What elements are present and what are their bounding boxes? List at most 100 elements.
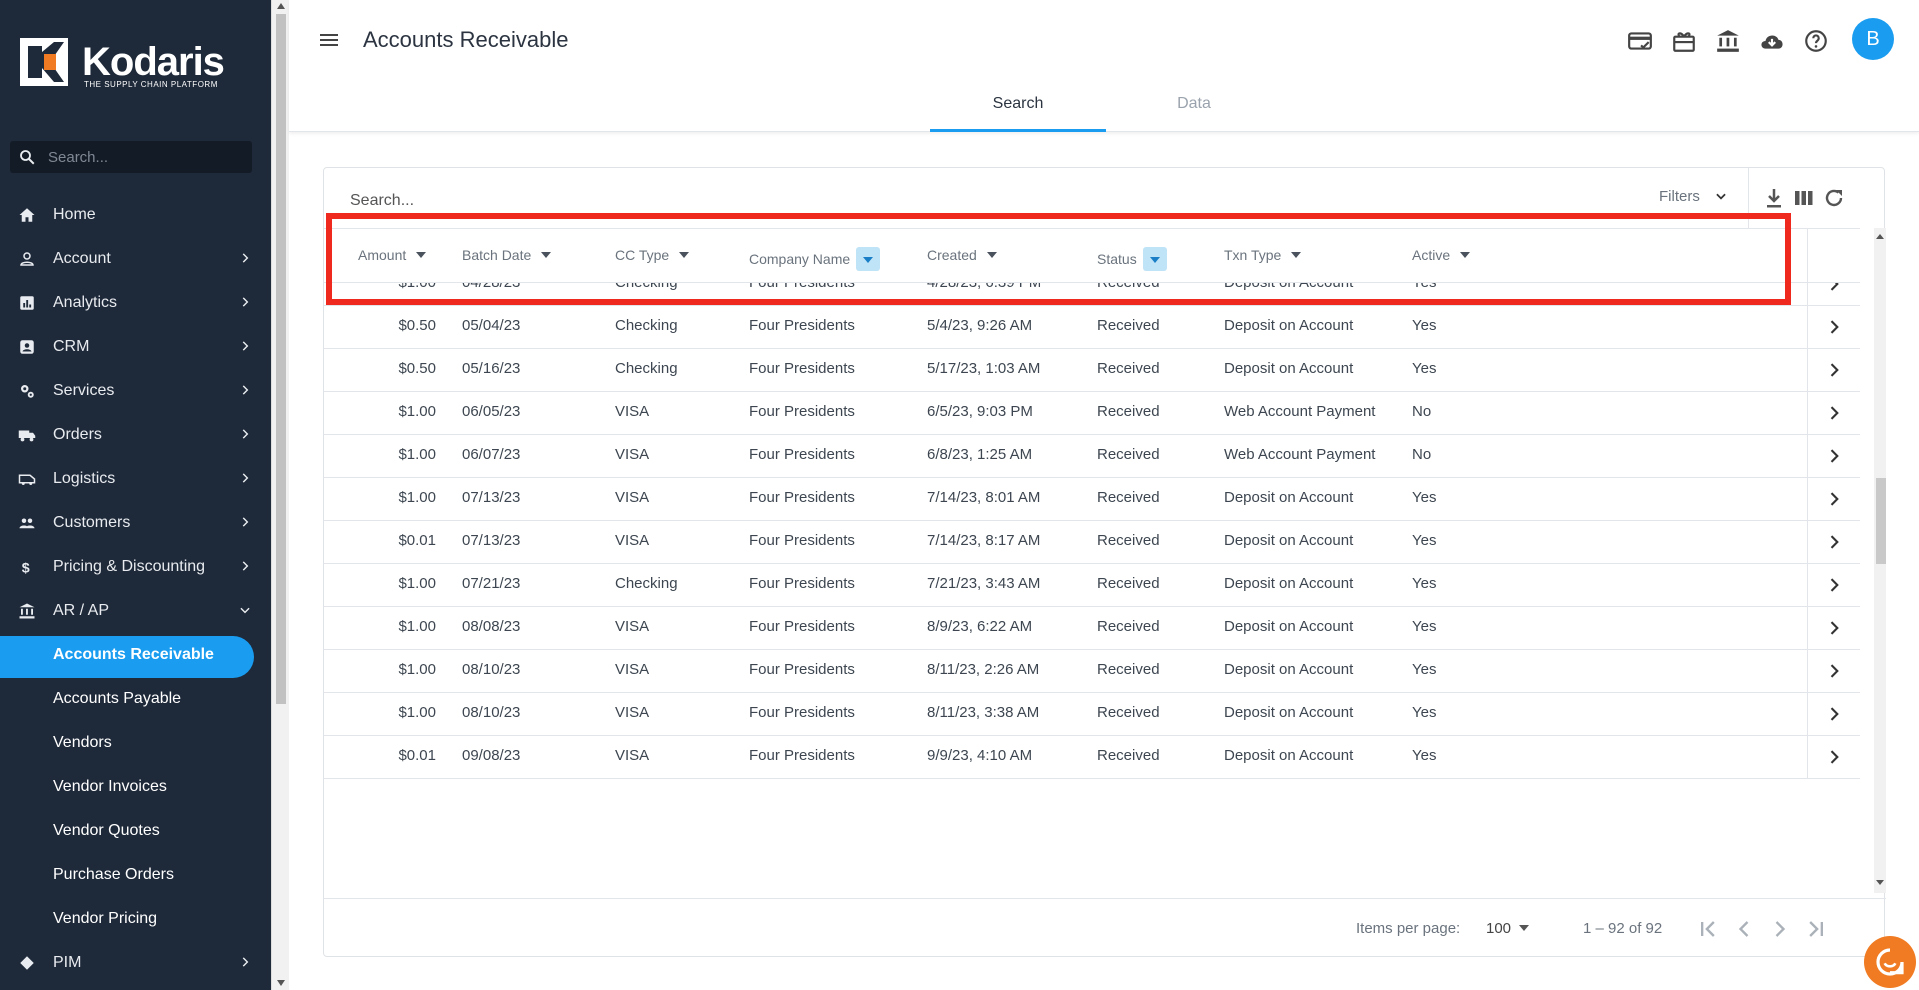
van-icon	[18, 474, 36, 485]
cell-company-name: Four Presidents	[749, 618, 855, 635]
first-page-icon[interactable]	[1694, 915, 1722, 943]
active-filter-icon[interactable]	[1142, 247, 1167, 271]
column-header-created[interactable]: Created	[927, 247, 997, 263]
sidebar-item-customers[interactable]: Customers	[0, 501, 271, 545]
scrollbar-thumb[interactable]	[1876, 478, 1886, 564]
cell-created: 7/14/23, 8:01 AM	[927, 489, 1041, 506]
help-circle-icon[interactable]	[1803, 28, 1829, 54]
previous-page-icon[interactable]	[1730, 915, 1758, 943]
scroll-down-arrow[interactable]	[1876, 880, 1884, 885]
user-avatar[interactable]: B	[1852, 18, 1894, 60]
hamburger-menu-icon[interactable]	[317, 28, 341, 52]
cell-batch-date: 08/10/23	[462, 661, 521, 678]
scroll-up-arrow[interactable]	[277, 3, 285, 9]
sidebar-search-input[interactable]	[48, 147, 244, 167]
refresh-icon[interactable]	[1822, 186, 1846, 210]
column-header-amount[interactable]: Amount	[358, 247, 427, 263]
sidebar-item-services[interactable]: Services	[0, 369, 271, 413]
row-open-chevron-icon[interactable]	[1824, 446, 1844, 466]
sidebar-item-pim[interactable]: PIM	[0, 941, 271, 985]
row-open-chevron-icon[interactable]	[1824, 532, 1844, 552]
sidebar-item-label: Customers	[53, 514, 131, 531]
grid-search-input[interactable]	[350, 190, 650, 212]
column-header-status[interactable]: Status	[1097, 247, 1167, 271]
cell-status: Received	[1097, 489, 1160, 506]
tab-search[interactable]: Search	[930, 82, 1106, 132]
scroll-up-arrow[interactable]	[1876, 234, 1884, 239]
row-open-chevron-icon[interactable]	[1824, 618, 1844, 638]
row-open-chevron-icon[interactable]	[1824, 661, 1844, 681]
sidebar-item-analytics[interactable]: Analytics	[0, 281, 271, 325]
table-row[interactable]: $1.00 04/28/23 Checking Four Presidents 4/28…	[324, 283, 1860, 306]
column-header-active[interactable]: Active	[1412, 247, 1471, 263]
row-open-chevron-icon[interactable]	[1824, 283, 1844, 294]
items-per-page-select[interactable]: 100	[1486, 920, 1530, 937]
sidebar-subitem-accounts-receivable[interactable]: Accounts Receivable	[0, 633, 271, 678]
table-row[interactable]: $1.00 06/05/23 VISA Four Presidents 6/5/23, …	[324, 392, 1860, 435]
sidebar-item-pricing[interactable]: $ Pricing & Discounting	[0, 545, 271, 589]
table-row[interactable]: $0.01 09/08/23 VISA Four Presidents 9/9/23, …	[324, 736, 1860, 779]
sidebar-scrollbar[interactable]	[271, 0, 289, 990]
cell-company-name: Four Presidents	[749, 489, 855, 506]
row-open-chevron-icon[interactable]	[1824, 575, 1844, 595]
active-filter-icon[interactable]	[856, 247, 881, 271]
sidebar-subitem-vendor-quotes[interactable]: Vendor Quotes	[0, 809, 271, 853]
sidebar-subitem-accounts-payable[interactable]: Accounts Payable	[0, 677, 271, 721]
sidebar-subitem-purchase-orders[interactable]: Purchase Orders	[0, 853, 271, 897]
tab-data[interactable]: Data	[1106, 82, 1282, 132]
cell-amount: $1.00	[398, 403, 436, 420]
row-open-chevron-icon[interactable]	[1824, 360, 1844, 380]
sidebar-item-label: PIM	[53, 954, 82, 971]
row-open-chevron-icon[interactable]	[1824, 489, 1844, 509]
table-row[interactable]: $0.50 05/16/23 Checking Four Presidents 5/17…	[324, 349, 1860, 392]
filters-dropdown[interactable]: Filters	[1659, 188, 1728, 212]
table-row[interactable]: $1.00 07/21/23 Checking Four Presidents 7/21…	[324, 564, 1860, 607]
column-divider	[1807, 693, 1808, 736]
cell-batch-date: 09/08/23	[462, 747, 521, 764]
sidebar-subitem-vendors[interactable]: Vendors	[0, 721, 271, 765]
bank-icon	[19, 603, 35, 619]
column-header-company-name[interactable]: Company Name	[749, 247, 881, 271]
column-header-batch-date[interactable]: Batch Date	[462, 247, 552, 263]
scrollbar-thumb[interactable]	[276, 14, 286, 704]
table-row[interactable]: $0.01 07/13/23 VISA Four Presidents 7/14/23,…	[324, 521, 1860, 564]
cell-status: Received	[1097, 283, 1160, 291]
table-row[interactable]: $1.00 08/10/23 VISA Four Presidents 8/11/23,…	[324, 650, 1860, 693]
cloud-download-icon[interactable]	[1759, 28, 1785, 54]
brand-name: Kodaris	[82, 40, 225, 84]
sidebar-item-account[interactable]: Account	[0, 237, 271, 281]
chat-button[interactable]	[1864, 936, 1916, 988]
table-row[interactable]: $0.50 05/04/23 Checking Four Presidents 5/4/…	[324, 306, 1860, 349]
table-row[interactable]: $1.00 06/07/23 VISA Four Presidents 6/8/23, …	[324, 435, 1860, 478]
column-divider	[1807, 736, 1808, 779]
gift-card-icon[interactable]	[1671, 28, 1697, 54]
sidebar-item-home[interactable]: Home	[0, 193, 271, 237]
row-open-chevron-icon[interactable]	[1824, 747, 1844, 767]
table-row[interactable]: $1.00 07/13/23 VISA Four Presidents 7/14/23,…	[324, 478, 1860, 521]
sidebar-item-ar-ap[interactable]: AR / AP	[0, 589, 271, 633]
kodaris-logo[interactable]: Kodaris THE SUPPLY CHAIN PLATFORM	[20, 38, 240, 90]
row-open-chevron-icon[interactable]	[1824, 403, 1844, 423]
sidebar-item-crm[interactable]: CRM	[0, 325, 271, 369]
column-header-cc-type[interactable]: CC Type	[615, 247, 690, 263]
sidebar-subitem-label: Accounts Payable	[53, 690, 182, 707]
table-row[interactable]: $1.00 08/10/23 VISA Four Presidents 8/11/23,…	[324, 693, 1860, 736]
columns-icon[interactable]	[1792, 186, 1816, 210]
credit-card-check-icon[interactable]	[1627, 28, 1653, 54]
scroll-down-arrow[interactable]	[277, 980, 285, 986]
next-page-icon[interactable]	[1766, 915, 1794, 943]
sidebar-subitem-vendor-invoices[interactable]: Vendor Invoices	[0, 765, 271, 809]
table-row[interactable]: $1.00 08/08/23 VISA Four Presidents 8/9/23, …	[324, 607, 1860, 650]
table-scrollbar[interactable]	[1874, 228, 1886, 893]
bank-icon[interactable]	[1715, 28, 1741, 54]
sidebar-subitem-vendor-pricing[interactable]: Vendor Pricing	[0, 897, 271, 941]
sidebar-item-logistics[interactable]: Logistics	[0, 457, 271, 501]
filters-label: Filters	[1659, 188, 1700, 205]
row-open-chevron-icon[interactable]	[1824, 317, 1844, 337]
sidebar-item-orders[interactable]: Orders	[0, 413, 271, 457]
people-icon	[19, 518, 35, 529]
column-header-txn-type[interactable]: Txn Type	[1224, 247, 1302, 263]
download-icon[interactable]	[1762, 186, 1786, 210]
row-open-chevron-icon[interactable]	[1824, 704, 1844, 724]
last-page-icon[interactable]	[1802, 915, 1830, 943]
